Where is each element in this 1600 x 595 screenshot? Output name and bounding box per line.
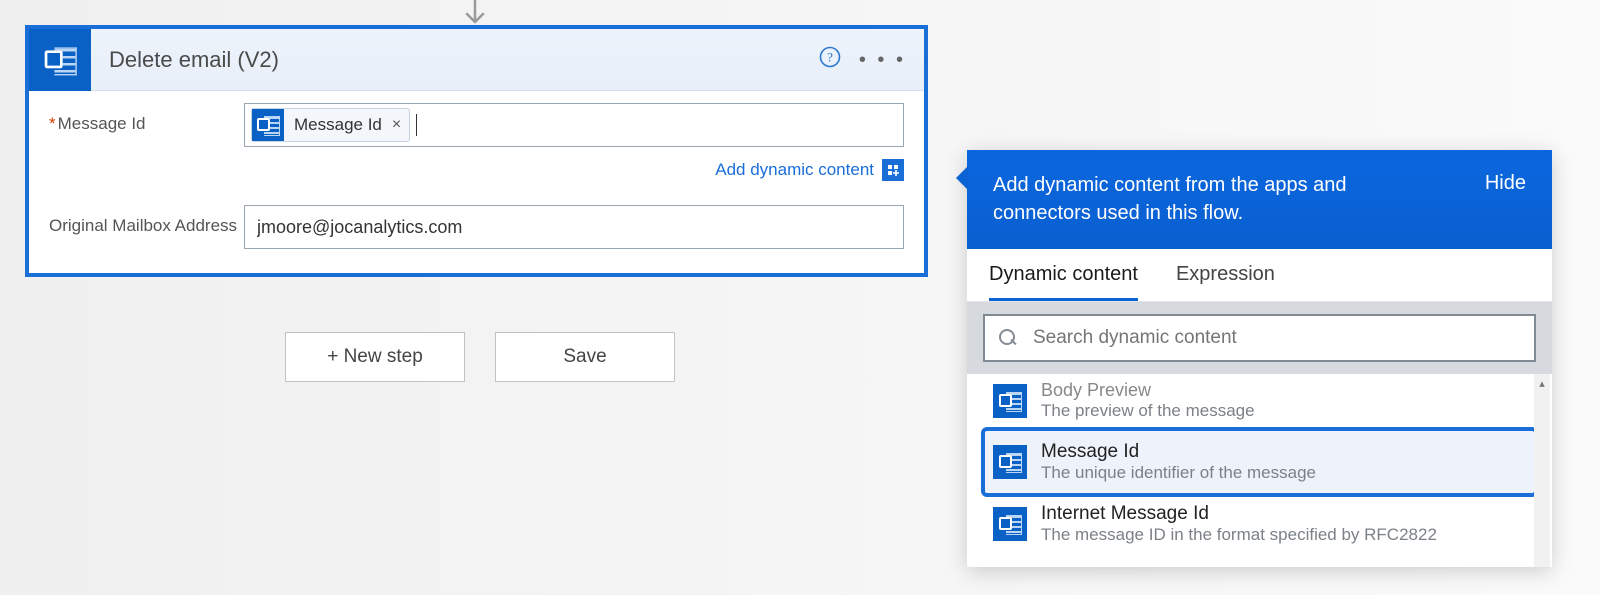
outlook-icon: [252, 109, 284, 141]
new-step-button[interactable]: + New step: [285, 332, 465, 382]
field-label-message-id: *Message Id: [49, 103, 244, 134]
search-dynamic-content[interactable]: [983, 314, 1536, 362]
dc-item-title: Message Id: [1041, 441, 1316, 463]
message-id-token[interactable]: Message Id ×: [251, 108, 410, 142]
add-dynamic-content-link[interactable]: Add dynamic content: [715, 160, 874, 180]
token-label: Message Id: [294, 115, 382, 135]
dynamic-content-header: Add dynamic content from the apps and co…: [967, 150, 1552, 249]
tab-expression[interactable]: Expression: [1176, 263, 1275, 301]
token-remove-icon[interactable]: ×: [392, 116, 401, 134]
save-button[interactable]: Save: [495, 332, 675, 382]
field-label-mailbox-address: Original Mailbox Address: [49, 205, 244, 236]
dc-item-internet-message-id[interactable]: Internet Message Id The message ID in th…: [985, 493, 1534, 555]
dynamic-content-tabs: Dynamic content Expression: [967, 249, 1552, 302]
outlook-icon: [993, 384, 1027, 418]
help-icon[interactable]: ?: [819, 46, 841, 74]
message-id-input[interactable]: Message Id ×: [244, 103, 904, 147]
field-row-mailbox-address: Original Mailbox Address: [29, 193, 924, 273]
add-dynamic-content-row: Add dynamic content: [29, 155, 924, 193]
field-row-message-id: *Message Id Message Id ×: [29, 91, 924, 155]
add-dynamic-content-badge-icon[interactable]: [882, 159, 904, 181]
dc-item-desc: The message ID in the format specified b…: [1041, 525, 1437, 545]
search-bar-container: [967, 302, 1552, 374]
dc-item-body-preview[interactable]: Body Preview The preview of the message: [985, 378, 1534, 431]
dynamic-content-header-text: Add dynamic content from the apps and co…: [993, 172, 1423, 227]
scroll-up-icon[interactable]: ▴: [1534, 374, 1550, 392]
dc-item-desc: The unique identifier of the message: [1041, 463, 1316, 483]
step-buttons: + New step Save: [285, 332, 675, 382]
action-title: Delete email (V2): [91, 47, 819, 73]
dc-item-message-id[interactable]: Message Id The unique identifier of the …: [985, 431, 1534, 493]
field-label-text: Message Id: [58, 114, 146, 133]
text-cursor: [416, 114, 417, 136]
scrollbar[interactable]: ▴: [1534, 374, 1550, 567]
callout-pointer-icon: [956, 166, 968, 190]
search-input[interactable]: [1031, 326, 1520, 350]
outlook-icon: [993, 445, 1027, 479]
tab-dynamic-content[interactable]: Dynamic content: [989, 263, 1138, 301]
action-card-delete-email: Delete email (V2) ? • • • *Message Id Me…: [25, 25, 928, 277]
required-marker: *: [49, 114, 56, 133]
outlook-icon: [993, 507, 1027, 541]
dynamic-content-panel: Add dynamic content from the apps and co…: [967, 150, 1552, 567]
more-options-icon[interactable]: • • •: [859, 55, 906, 65]
dc-item-title: Internet Message Id: [1041, 503, 1437, 525]
svg-text:?: ?: [827, 49, 833, 64]
outlook-connector-icon: [29, 29, 91, 91]
hide-panel-button[interactable]: Hide: [1485, 172, 1526, 195]
dynamic-content-list: ▴ Body Preview The preview of the messag…: [967, 374, 1552, 567]
mailbox-address-input[interactable]: [244, 205, 904, 249]
dc-item-desc: The preview of the message: [1041, 401, 1255, 421]
search-icon: [999, 329, 1017, 347]
dc-item-title: Body Preview: [1041, 380, 1255, 401]
action-card-header[interactable]: Delete email (V2) ? • • •: [29, 29, 924, 91]
